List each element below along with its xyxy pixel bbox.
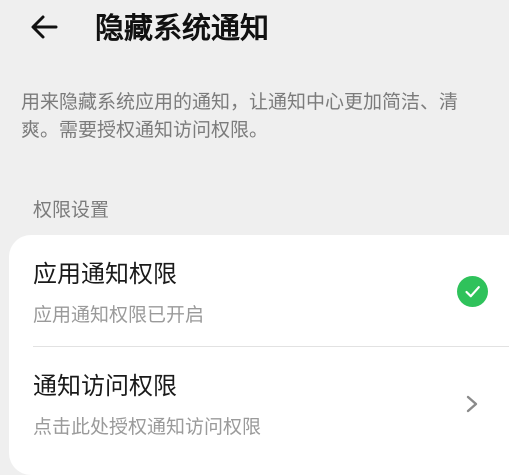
arrow-left-icon [31,15,58,39]
description-text: 用来隐藏系统应用的通知，让通知中心更加简洁、清爽。需要授权通知访问权限。 [21,91,459,141]
row-subtitle: 点击此处授权通知访问权限 [33,416,262,438]
settings-card: 应用通知权限 应用通知权限已开启 通知访问权限 点击此处授权通知访问权限 [9,235,509,475]
header-bar: 隐藏系统通知 [0,0,509,56]
back-button[interactable] [26,8,64,46]
section-label: 权限设置 [33,199,110,221]
notification-access-permission-row[interactable]: 通知访问权限 点击此处授权通知访问权限 [9,347,509,458]
page-title: 隐藏系统通知 [95,11,270,45]
row-subtitle: 应用通知权限已开启 [33,304,205,326]
row-title: 通知访问权限 [33,372,177,400]
check-circle-icon [457,276,488,307]
row-title: 应用通知权限 [33,260,177,288]
app-notification-permission-row[interactable]: 应用通知权限 应用通知权限已开启 [9,235,509,346]
chevron-right-icon [460,389,484,419]
